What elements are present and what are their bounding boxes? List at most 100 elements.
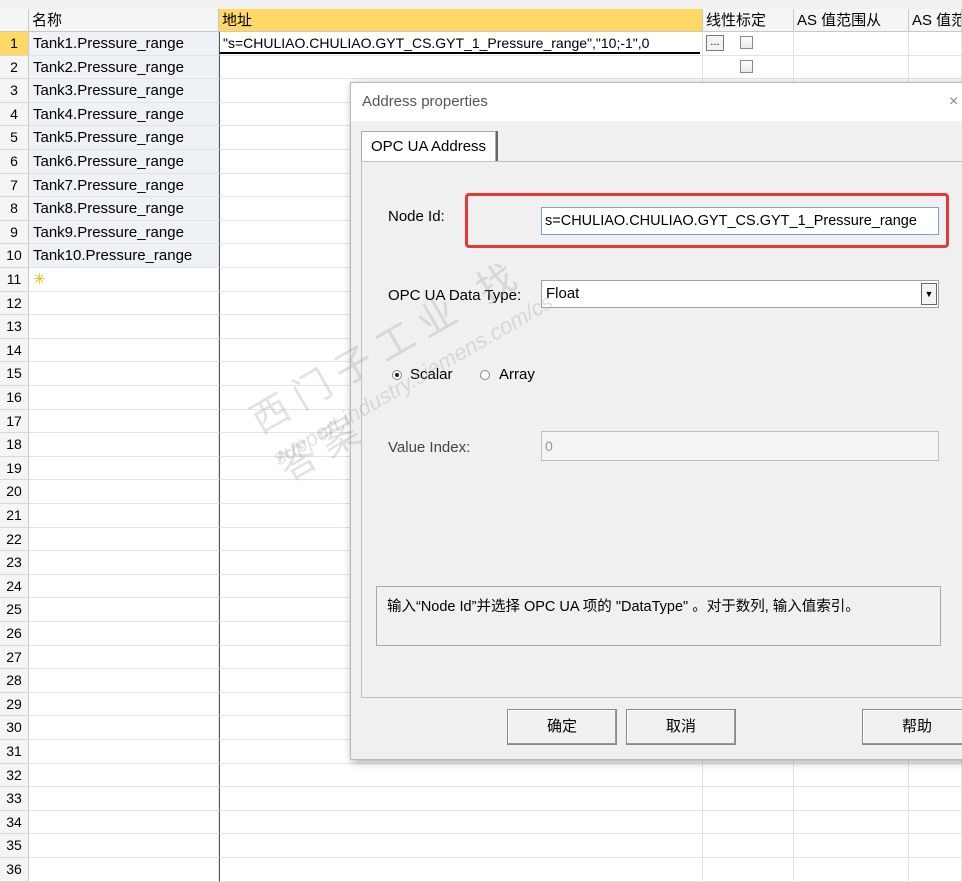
name-cell[interactable]: [29, 716, 219, 740]
linear-scaling-cell[interactable]: [703, 810, 794, 835]
row-number[interactable]: 12: [0, 291, 29, 316]
as-range-to-cell[interactable]: [909, 810, 962, 835]
column-header-as-range-from[interactable]: AS 值范围从: [794, 9, 909, 32]
column-header-name[interactable]: 名称: [29, 9, 219, 32]
row-number[interactable]: 24: [0, 574, 29, 599]
name-cell[interactable]: [29, 787, 219, 811]
row-number[interactable]: 15: [0, 362, 29, 386]
row-number[interactable]: 23: [0, 551, 29, 575]
address-cell[interactable]: [219, 55, 703, 80]
as-range-from-cell[interactable]: [794, 834, 909, 858]
row-number[interactable]: 25: [0, 598, 29, 622]
table-row[interactable]: 2 Tank2.Pressure_range: [0, 55, 962, 80]
row-number[interactable]: 10: [0, 244, 29, 268]
name-cell[interactable]: [29, 598, 219, 622]
row-number[interactable]: 35: [0, 834, 29, 858]
row-number[interactable]: 21: [0, 504, 29, 528]
name-cell[interactable]: [29, 409, 219, 434]
ok-button[interactable]: 确定: [507, 709, 617, 745]
name-cell[interactable]: [29, 338, 219, 363]
address-cell[interactable]: [219, 834, 703, 858]
as-range-from-cell[interactable]: [794, 810, 909, 835]
row-number[interactable]: 36: [0, 858, 29, 882]
node-id-input[interactable]: s=CHULIAO.CHULIAO.GYT_CS.GYT_1_Pressure_…: [541, 207, 939, 235]
name-cell[interactable]: Tank8.Pressure_range: [29, 197, 219, 221]
table-row[interactable]: 33: [0, 787, 962, 811]
row-number[interactable]: 20: [0, 480, 29, 504]
row-number[interactable]: 7: [0, 173, 29, 198]
name-cell[interactable]: Tank6.Pressure_range: [29, 150, 219, 174]
address-edit-input[interactable]: "s=CHULIAO.CHULIAO.GYT_CS.GYT_1_Pressure…: [220, 33, 700, 54]
name-cell[interactable]: Tank2.Pressure_range: [29, 55, 219, 80]
name-cell[interactable]: [29, 315, 219, 339]
row-number[interactable]: 31: [0, 740, 29, 764]
row-number[interactable]: 32: [0, 763, 29, 788]
name-cell[interactable]: Tank5.Pressure_range: [29, 126, 219, 150]
name-cell[interactable]: [29, 386, 219, 410]
address-cell[interactable]: [219, 810, 703, 835]
name-cell[interactable]: Tank7.Pressure_range: [29, 173, 219, 198]
row-number[interactable]: 3: [0, 79, 29, 103]
chevron-down-icon[interactable]: ▼: [921, 283, 937, 305]
row-number[interactable]: 6: [0, 150, 29, 174]
linear-scaling-cell[interactable]: [703, 858, 794, 882]
help-button[interactable]: 帮助: [862, 709, 962, 745]
address-cell[interactable]: [219, 763, 703, 788]
name-cell[interactable]: [29, 622, 219, 646]
name-cell[interactable]: [29, 504, 219, 528]
corner-header[interactable]: [0, 9, 29, 32]
table-row[interactable]: 35: [0, 834, 962, 858]
table-row[interactable]: 32: [0, 763, 962, 788]
name-cell[interactable]: Tank4.Pressure_range: [29, 102, 219, 127]
name-cell[interactable]: [29, 740, 219, 764]
row-number[interactable]: 17: [0, 409, 29, 434]
cancel-button[interactable]: 取消: [626, 709, 736, 745]
row-number[interactable]: 26: [0, 622, 29, 646]
row-number[interactable]: 28: [0, 669, 29, 693]
as-range-from-cell[interactable]: [794, 55, 909, 80]
table-row[interactable]: 34: [0, 810, 962, 835]
row-number[interactable]: 16: [0, 386, 29, 410]
array-label[interactable]: Array: [499, 366, 535, 383]
address-cell[interactable]: [219, 787, 703, 811]
scalar-radio[interactable]: [392, 370, 402, 380]
name-cell[interactable]: Tank1.Pressure_range: [29, 32, 219, 56]
name-cell[interactable]: [29, 858, 219, 882]
row-number[interactable]: 4: [0, 102, 29, 127]
table-row[interactable]: 36: [0, 858, 962, 882]
array-radio[interactable]: [480, 370, 490, 380]
row-number[interactable]: 29: [0, 692, 29, 717]
name-cell[interactable]: Tank10.Pressure_range: [29, 244, 219, 268]
row-number[interactable]: 5: [0, 126, 29, 150]
table-row[interactable]: 1 Tank1.Pressure_range "s=CHULIAO.CHULIAO.…: [0, 32, 962, 56]
column-header-address[interactable]: 地址: [219, 9, 703, 32]
name-cell[interactable]: [29, 645, 219, 670]
row-number[interactable]: 34: [0, 810, 29, 835]
scalar-label[interactable]: Scalar: [410, 366, 453, 383]
address-cell[interactable]: [219, 858, 703, 882]
name-cell[interactable]: [29, 834, 219, 858]
name-cell[interactable]: [29, 291, 219, 316]
column-header-linear-scaling[interactable]: 线性标定: [703, 9, 794, 32]
name-cell[interactable]: Tank9.Pressure_range: [29, 220, 219, 245]
row-number[interactable]: 8: [0, 197, 29, 221]
linear-scaling-cell[interactable]: [703, 787, 794, 811]
as-range-from-cell[interactable]: [794, 858, 909, 882]
as-range-to-cell[interactable]: [909, 834, 962, 858]
linear-scaling-checkbox[interactable]: [740, 36, 753, 49]
name-cell[interactable]: [29, 456, 219, 481]
data-type-select[interactable]: Float ▼: [541, 280, 939, 308]
close-icon[interactable]: ×: [949, 83, 958, 121]
name-cell[interactable]: [29, 480, 219, 504]
name-cell[interactable]: [29, 810, 219, 835]
row-number[interactable]: 19: [0, 456, 29, 481]
row-number[interactable]: 1: [0, 32, 29, 56]
linear-scaling-checkbox[interactable]: [740, 59, 753, 73]
name-cell[interactable]: [29, 551, 219, 575]
row-number[interactable]: 33: [0, 787, 29, 811]
name-cell[interactable]: [29, 433, 219, 457]
row-number[interactable]: 11: [0, 268, 29, 292]
name-cell[interactable]: Tank3.Pressure_range: [29, 79, 219, 103]
row-number[interactable]: 2: [0, 55, 29, 80]
linear-scaling-cell[interactable]: [703, 834, 794, 858]
